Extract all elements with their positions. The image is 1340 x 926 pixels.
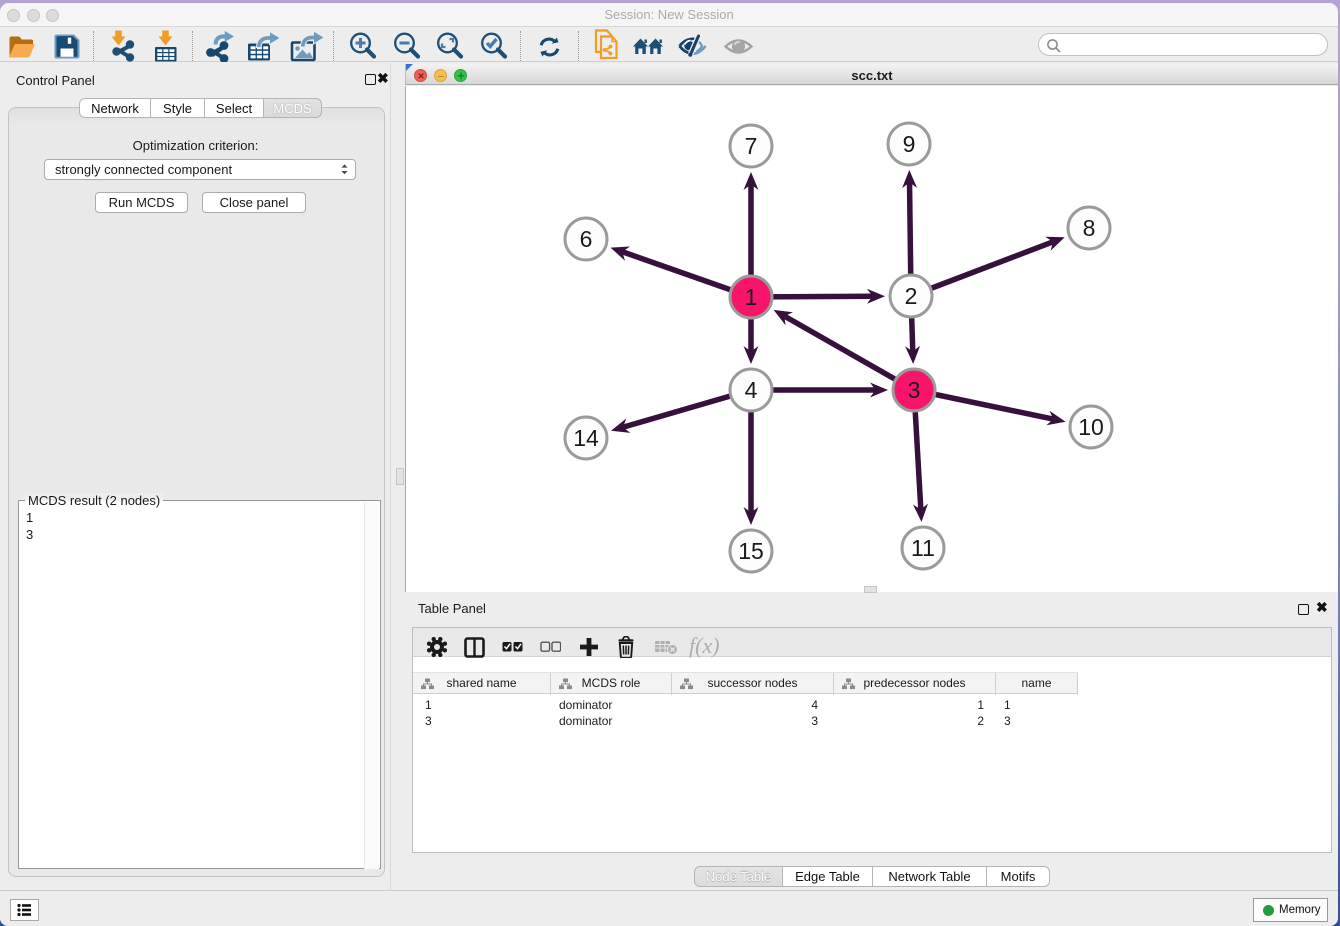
svg-text:11: 11 [911, 535, 935, 561]
svg-text:9: 9 [903, 131, 916, 157]
svg-text:15: 15 [738, 538, 764, 564]
svg-text:8: 8 [1083, 215, 1096, 241]
svg-text:3: 3 [908, 377, 921, 403]
svg-text:1: 1 [745, 284, 758, 310]
svg-text:14: 14 [573, 425, 599, 451]
svg-text:4: 4 [745, 377, 758, 403]
svg-text:6: 6 [580, 226, 593, 252]
svg-text:2: 2 [905, 283, 918, 309]
svg-text:10: 10 [1078, 414, 1104, 440]
svg-text:7: 7 [745, 133, 758, 159]
